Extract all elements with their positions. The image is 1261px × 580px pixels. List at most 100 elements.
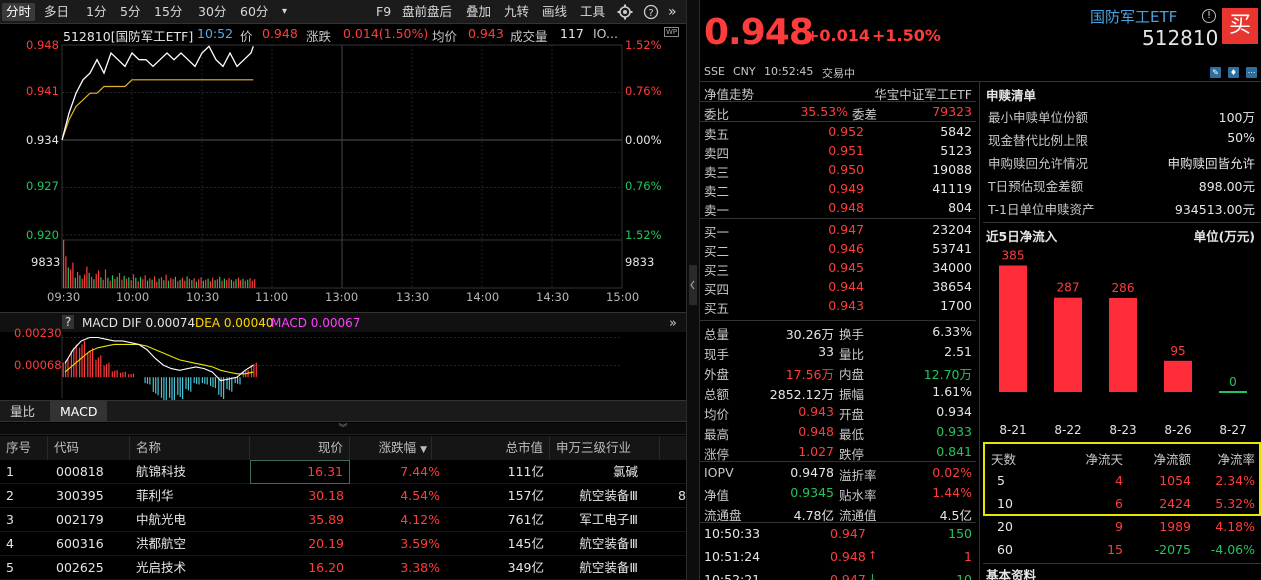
sell-level[interactable]: 卖三 0.950 19088	[700, 160, 976, 180]
macd-hist-bar	[67, 359, 69, 378]
stat-row-value: 1.027	[798, 444, 834, 459]
macd-collapse-icon[interactable]: »	[669, 316, 677, 331]
tab-multi-day[interactable]: 多日	[40, 3, 73, 21]
table-row[interactable]: 3 002179 中航光电 35.89 4.12% 761亿 军工电子Ⅲ	[0, 508, 686, 532]
collapse-chart-bar[interactable]: ︾	[0, 423, 686, 435]
chart-volume: 117	[560, 26, 584, 41]
col-header-cap[interactable]: 总市值	[432, 436, 550, 460]
trend-header: 净值走势 华宝中证军工ETF	[700, 82, 976, 102]
sort-desc-icon[interactable]: ▼	[420, 445, 427, 455]
buy-level[interactable]: 买五 0.943 1700	[700, 296, 976, 316]
flow-col-amount: 净流额	[1153, 452, 1191, 467]
help-icon[interactable]: ?	[643, 4, 659, 20]
col-header-no[interactable]: 序号	[0, 436, 48, 460]
period-toolbar: 分时 多日 1分 5分 15分 30分 60分 ▾ F9 盘前盘后 叠加 九转 …	[0, 0, 686, 24]
tab-1min[interactable]: 1分	[82, 3, 110, 21]
volume-bar	[100, 277, 102, 288]
macd-hist-bar	[144, 377, 146, 384]
tab-15min[interactable]: 15分	[150, 3, 186, 21]
tab-fenshi[interactable]: 分时	[2, 3, 36, 21]
iopv-row-value: 0.9478	[790, 465, 834, 480]
gear-icon[interactable]	[617, 4, 633, 20]
sell-level-label: 卖一	[704, 203, 730, 218]
nine-turn-button[interactable]: 九转	[500, 3, 533, 21]
wp-badge[interactable]: WP	[664, 27, 680, 37]
row-code: 300395	[56, 488, 104, 503]
volume-bars	[63, 240, 256, 288]
tab-30min[interactable]: 30分	[194, 3, 230, 21]
macd-hist-bar	[132, 373, 135, 378]
sell-level-price: 0.952	[828, 124, 864, 139]
sell-level[interactable]: 卖四 0.951 5123	[700, 141, 976, 161]
macd-chart[interactable]	[0, 332, 686, 400]
buy-level[interactable]: 买三 0.945 34000	[700, 258, 976, 278]
macd-hist-bar	[128, 374, 130, 378]
buy-level[interactable]: 买二 0.946 53741	[700, 239, 976, 259]
table-row[interactable]: 4 600316 洪都航空 20.19 3.59% 145亿 航空装备Ⅲ	[0, 532, 686, 556]
buy-level[interactable]: 买一 0.947 23204	[700, 220, 976, 240]
macd-dea-label: DEA 0.00040	[195, 316, 274, 330]
draw-line-button[interactable]: 画线	[538, 3, 571, 21]
collapse-arrow-icon[interactable]	[689, 265, 697, 305]
table-row[interactable]: 5 002625 光启技术 16.20 3.38% 349亿 航空装备Ⅲ	[0, 556, 686, 580]
volume-bar	[102, 279, 104, 288]
volume-bar	[249, 278, 251, 288]
bell-icon[interactable]: ♦	[1228, 67, 1239, 78]
panel-divider[interactable]	[686, 0, 700, 580]
net-inflow-bar-chart[interactable]: 385 8-21 287 8-22 286 8-23 95 8-26 0 8-27	[983, 244, 1261, 440]
pre-post-market-button[interactable]: 盘前盘后	[398, 3, 456, 21]
buy-level-volume: 53741	[932, 241, 972, 256]
svg-text:?: ?	[648, 8, 653, 19]
table-row[interactable]: 2 300395 菲利华 30.18 4.54% 157亿 航空装备Ⅲ 8	[0, 484, 686, 508]
row-price: 35.89	[308, 512, 344, 527]
table-row[interactable]: 1 000818 航锦科技 16.31 7.44% 111亿 氯碱	[0, 460, 686, 484]
flow-days: 10	[997, 496, 1013, 511]
more-icon[interactable]: ⋯	[1246, 67, 1257, 78]
subscription-label: T日预估现金差额	[988, 179, 1084, 194]
subscription-title: 申赎清单	[986, 88, 1037, 103]
macd-hist-bar	[190, 377, 192, 392]
col-header-code[interactable]: 代码	[48, 436, 130, 460]
macd-hist-bar	[239, 377, 241, 385]
quote-pct: +1.50%	[872, 26, 941, 45]
stat-row: 总额 2852.12万 振幅 1.61%	[700, 382, 976, 402]
volume-bar	[184, 280, 186, 288]
tab-volume-ratio[interactable]: 量比	[0, 401, 45, 422]
col-header-industry[interactable]: 申万三级行业	[550, 436, 660, 460]
macd-help-icon[interactable]: ?	[62, 315, 75, 329]
volume-bar	[79, 275, 81, 288]
tab-macd[interactable]: MACD	[50, 401, 108, 422]
buy-level[interactable]: 买四 0.944 38654	[700, 277, 976, 297]
buy-button[interactable]: 买	[1222, 8, 1258, 44]
tick-volume: 150	[948, 526, 972, 541]
col-header-name[interactable]: 名称	[130, 436, 250, 460]
subscription-row: T日预估现金差额 898.00元	[983, 173, 1261, 196]
collapse-toolbar-icon[interactable]: »	[664, 3, 681, 21]
tick-row: 10:51:24 0.948 ↑ 1	[700, 547, 976, 567]
period-dropdown-icon[interactable]: ▾	[278, 3, 291, 21]
col-header-pct[interactable]: 涨跌幅 ▼	[350, 436, 432, 460]
tab-60min[interactable]: 60分	[236, 3, 272, 21]
subscription-row: 现金替代比例上限 50%	[983, 127, 1261, 150]
volume-bar	[84, 274, 86, 288]
volume-bar	[114, 278, 116, 288]
iopv-row-label: IOPV	[704, 465, 734, 480]
buy-level-price: 0.944	[828, 279, 864, 294]
sell-level[interactable]: 卖五 0.952 5842	[700, 122, 976, 142]
volume-bar	[237, 277, 239, 288]
tab-5min[interactable]: 5分	[116, 3, 144, 21]
intraday-price-chart[interactable]	[0, 40, 686, 312]
info-icon[interactable]: !	[1202, 9, 1216, 23]
tools-button[interactable]: 工具	[576, 3, 609, 21]
stat-row-label2: 内盘	[839, 367, 865, 382]
col-header-price[interactable]: 现价	[250, 436, 350, 460]
flow-col-rate: 净流率	[1217, 452, 1255, 467]
quote-change: +0.014	[806, 26, 871, 45]
flow-daycount: 4	[1115, 473, 1123, 488]
sell-level-volume: 5123	[940, 143, 972, 158]
edit-icon[interactable]: ✎	[1210, 67, 1221, 78]
f9-button[interactable]: F9	[372, 3, 395, 21]
overlay-button[interactable]: 叠加	[462, 3, 495, 21]
sell-level[interactable]: 卖一 0.948 804	[700, 198, 976, 218]
sell-level[interactable]: 卖二 0.949 41119	[700, 179, 976, 199]
